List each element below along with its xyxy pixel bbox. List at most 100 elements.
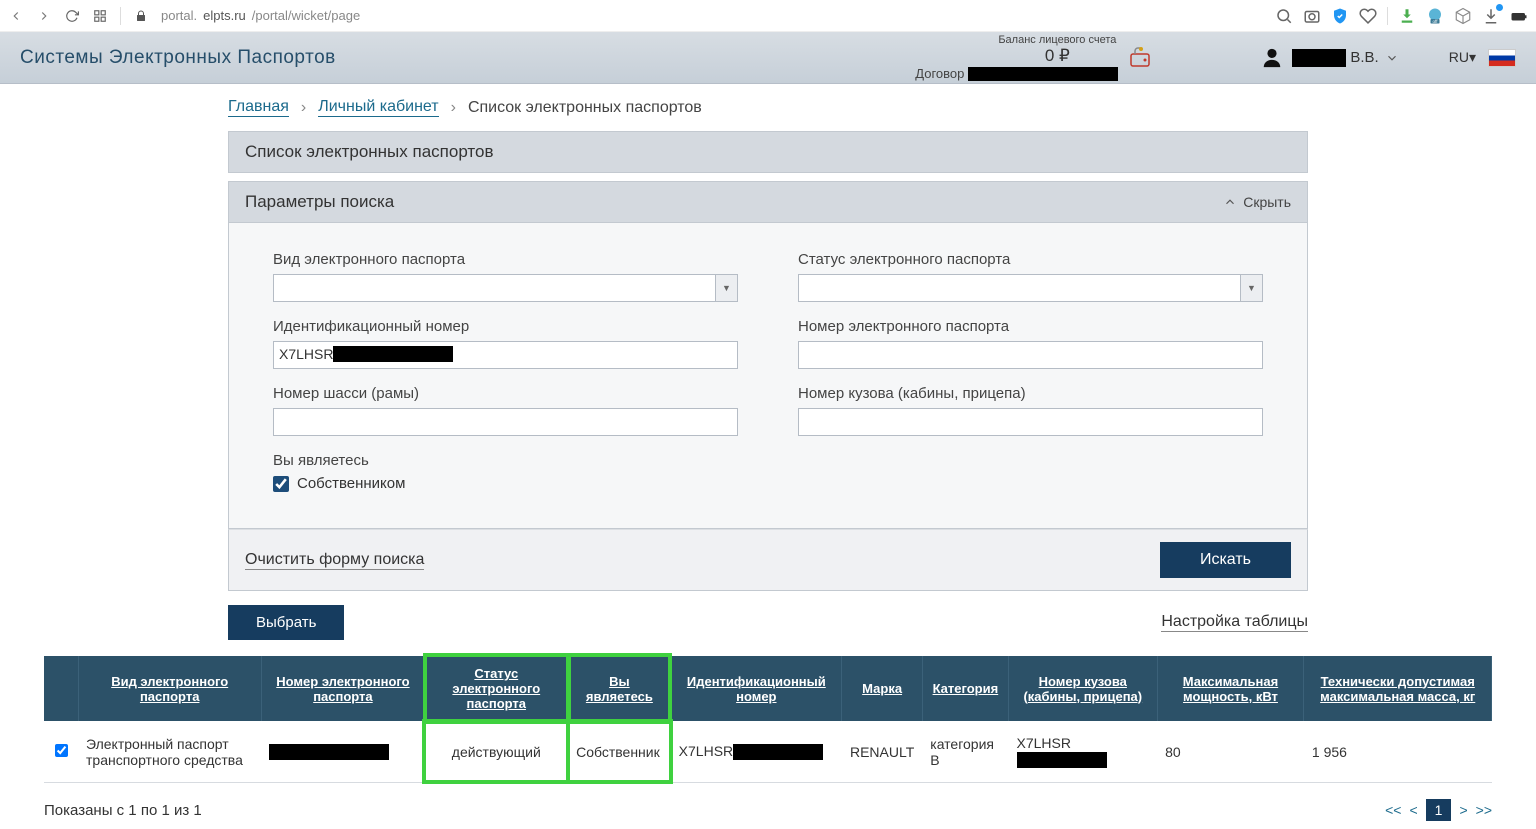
forward-icon[interactable]: [36, 8, 52, 24]
user-block[interactable]: В.В.: [1258, 47, 1398, 69]
number-input[interactable]: [798, 341, 1263, 369]
breadcrumb-current: Список электронных паспортов: [468, 99, 702, 117]
adblock-icon[interactable]: off: [1426, 7, 1444, 25]
search-form: Вид электронного паспорта ▼ Статус элект…: [228, 223, 1308, 529]
chassis-input[interactable]: [273, 408, 738, 436]
pagination-summary: Показаны с 1 по 1 из 1: [44, 802, 202, 819]
hide-label: Скрыть: [1243, 194, 1291, 210]
owner-checkbox-label: Собственником: [297, 475, 405, 492]
lock-icon: [133, 8, 149, 24]
table-settings-link[interactable]: Настройка таблицы: [1161, 613, 1308, 632]
wallet-icon[interactable]: [1128, 46, 1152, 70]
cell-mass: 1 956: [1304, 721, 1492, 783]
chevron-down-icon[interactable]: ▼: [715, 275, 737, 301]
cell-number: [261, 721, 424, 783]
owner-checkbox[interactable]: [273, 476, 289, 492]
flag-ru-icon: [1488, 49, 1516, 67]
cell-id: X7LHSR: [671, 721, 842, 783]
th-brand[interactable]: Марка: [862, 681, 902, 696]
chevron-down-icon[interactable]: ▼: [1240, 275, 1262, 301]
status-label: Статус электронного паспорта: [798, 251, 1263, 268]
action-row: Выбрать Настройка таблицы: [0, 591, 1536, 650]
pagination: << < 1 > >>: [1385, 799, 1492, 821]
table-row[interactable]: Электронный паспорт транспортного средст…: [44, 721, 1492, 783]
reload-icon[interactable]: [64, 8, 80, 24]
chassis-label: Номер шасси (рамы): [273, 385, 738, 402]
svg-text:off: off: [1433, 18, 1439, 23]
th-power[interactable]: Максимальная мощность, кВт: [1183, 674, 1278, 704]
id-label: Идентификационный номер: [273, 318, 738, 335]
hide-toggle[interactable]: Скрыть: [1223, 194, 1291, 210]
page-current: 1: [1426, 799, 1452, 821]
download-arrow-icon[interactable]: [1398, 7, 1416, 25]
search-icon[interactable]: [1275, 7, 1293, 25]
pagination-row: Показаны с 1 по 1 из 1 << < 1 > >>: [0, 783, 1536, 829]
cell-brand: RENAULT: [842, 721, 922, 783]
row-checkbox[interactable]: [55, 744, 68, 757]
caret-down-icon: [1385, 51, 1399, 65]
page-prev[interactable]: <: [1409, 802, 1417, 818]
url-prefix: portal.: [161, 8, 197, 23]
page-last[interactable]: >>: [1476, 802, 1492, 818]
apps-icon[interactable]: [92, 8, 108, 24]
th-status[interactable]: Статус электронного паспорта: [452, 666, 540, 711]
url-path: /portal/wicket/page: [252, 8, 360, 23]
breadcrumb-sep: ›: [301, 99, 306, 117]
cell-category: категория B: [922, 721, 1008, 783]
th-id[interactable]: Идентификационный номер: [687, 674, 826, 704]
id-redacted: [733, 744, 823, 760]
th-category[interactable]: Категория: [933, 681, 999, 696]
site-header: Системы Электронных Паспортов Баланс лиц…: [0, 32, 1536, 84]
th-you-are[interactable]: Вы являетесь: [586, 674, 653, 704]
cell-type: Электронный паспорт транспортного средст…: [78, 721, 261, 783]
cube-icon[interactable]: [1454, 7, 1472, 25]
breadcrumb: Главная › Личный кабинет › Список электр…: [0, 84, 1536, 131]
status-select[interactable]: [798, 274, 1263, 302]
id-input[interactable]: [273, 341, 738, 369]
type-label: Вид электронного паспорта: [273, 251, 738, 268]
th-number[interactable]: Номер электронного паспорта: [276, 674, 409, 704]
breadcrumb-sep: ›: [451, 99, 456, 117]
user-suffix: В.В.: [1350, 49, 1378, 66]
list-panel-header: Список электронных паспортов: [228, 131, 1308, 173]
balance-label: Баланс лицевого счета: [998, 34, 1116, 46]
shield-check-icon[interactable]: [1331, 7, 1349, 25]
you-are-label: Вы являетесь: [273, 452, 738, 469]
language-selector[interactable]: RU▾: [1449, 49, 1516, 67]
heart-icon[interactable]: [1359, 7, 1377, 25]
chevron-up-icon: [1223, 195, 1237, 209]
body-redacted: [1017, 752, 1107, 768]
breadcrumb-cabinet[interactable]: Личный кабинет: [318, 98, 438, 117]
browser-bar: portal.elpts.ru/portal/wicket/page off: [0, 0, 1536, 32]
search-button[interactable]: Искать: [1160, 542, 1291, 578]
th-type[interactable]: Вид электронного паспорта: [111, 674, 228, 704]
page-first[interactable]: <<: [1385, 802, 1401, 818]
battery-icon[interactable]: [1510, 7, 1528, 25]
page-next[interactable]: >: [1459, 802, 1467, 818]
select-button[interactable]: Выбрать: [228, 605, 344, 640]
body-label: Номер кузова (кабины, прицепа): [798, 385, 1263, 402]
url-bar[interactable]: portal.elpts.ru/portal/wicket/page: [161, 8, 360, 23]
clear-form-link[interactable]: Очистить форму поиска: [245, 551, 424, 570]
search-panel-header: Параметры поиска Скрыть: [228, 181, 1308, 223]
body-input[interactable]: [798, 408, 1263, 436]
form-footer: Очистить форму поиска Искать: [228, 529, 1308, 591]
contract-number-redacted: [968, 67, 1118, 81]
balance-box: Баланс лицевого счета 0 ₽: [998, 34, 1116, 66]
camera-icon[interactable]: [1303, 7, 1321, 25]
contract-label: Договор: [915, 66, 964, 81]
number-redacted: [269, 744, 389, 760]
th-body[interactable]: Номер кузова (кабины, прицепа): [1023, 674, 1142, 704]
balance-value: 0 ₽: [998, 46, 1116, 66]
type-select[interactable]: [273, 274, 738, 302]
results-table: Вид электронного паспорта Номер электрон…: [44, 656, 1492, 783]
th-checkbox: [44, 656, 78, 721]
th-mass[interactable]: Технически допустимая максимальная масса…: [1320, 674, 1475, 704]
avatar-icon: [1258, 47, 1286, 69]
number-label: Номер электронного паспорта: [798, 318, 1263, 335]
cell-power: 80: [1157, 721, 1304, 783]
breadcrumb-home[interactable]: Главная: [228, 98, 289, 117]
back-icon[interactable]: [8, 8, 24, 24]
user-name-redacted: [1292, 49, 1346, 67]
search-panel-title: Параметры поиска: [245, 192, 394, 212]
